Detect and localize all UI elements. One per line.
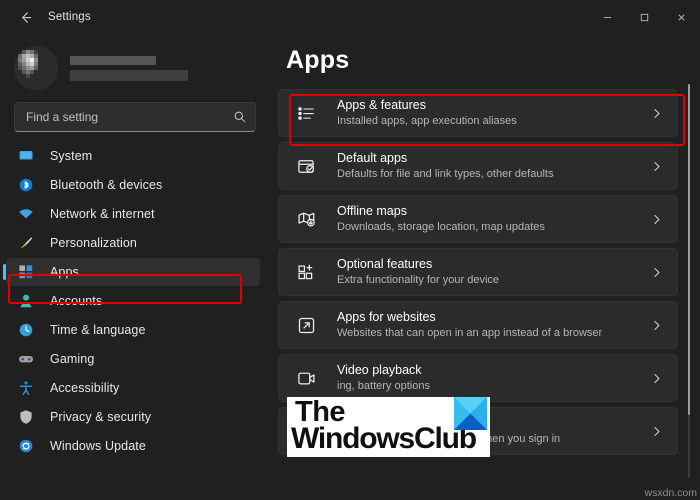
accessibility-icon xyxy=(17,379,35,397)
watermark-overlay: The WindowsClub xyxy=(287,397,490,457)
shield-icon xyxy=(17,408,35,426)
sidebar-item-system[interactable]: System xyxy=(6,142,260,170)
sidebar-nav: System Bluetooth & devices Network & int… xyxy=(0,142,268,460)
monitor-icon xyxy=(17,147,35,165)
sidebar-item-label: Accounts xyxy=(50,294,102,308)
sidebar-item-label: System xyxy=(50,149,92,163)
card-apps-and-features[interactable]: Apps & features Installed apps, app exec… xyxy=(278,89,678,137)
bluetooth-icon xyxy=(17,176,35,194)
sidebar-item-accessibility[interactable]: Accessibility xyxy=(6,374,260,402)
sidebar: System Bluetooth & devices Network & int… xyxy=(0,34,268,500)
list-bullets-icon xyxy=(295,102,317,124)
account-header[interactable] xyxy=(0,38,268,94)
page-title: Apps xyxy=(286,46,700,75)
chevron-right-icon xyxy=(650,266,663,279)
card-subtitle: ing, battery options xyxy=(337,379,430,393)
scrollbar-thumb[interactable] xyxy=(688,84,690,415)
gamepad-icon xyxy=(17,350,35,368)
settings-window: Settings xyxy=(0,0,700,500)
sidebar-item-windows-update[interactable]: Windows Update xyxy=(6,432,260,460)
sidebar-item-apps[interactable]: Apps xyxy=(6,258,260,286)
chevron-right-icon xyxy=(650,160,663,173)
card-text: Apps for websites Websites that can open… xyxy=(337,310,602,340)
card-text: Apps & features Installed apps, app exec… xyxy=(337,98,517,128)
map-download-icon xyxy=(295,208,317,230)
account-email-redacted xyxy=(70,70,188,81)
back-arrow-icon xyxy=(18,10,33,25)
apps-grid-icon xyxy=(17,263,35,281)
card-text: Default apps Defaults for file and link … xyxy=(337,151,553,181)
back-button[interactable] xyxy=(10,2,40,32)
card-video-playback[interactable]: Video playback ing, battery options xyxy=(278,354,678,402)
minimize-button[interactable] xyxy=(589,0,626,34)
sidebar-item-network-internet[interactable]: Network & internet xyxy=(6,200,260,228)
card-subtitle: Downloads, storage location, map updates xyxy=(337,220,545,234)
sidebar-item-gaming[interactable]: Gaming xyxy=(6,345,260,373)
card-title: Apps & features xyxy=(337,98,517,113)
card-text: Offline maps Downloads, storage location… xyxy=(337,204,545,234)
card-title: Video playback xyxy=(337,363,430,378)
sidebar-item-label: Apps xyxy=(50,265,79,279)
chevron-right-icon xyxy=(650,425,663,438)
chevron-right-icon xyxy=(650,372,663,385)
search-box[interactable] xyxy=(14,102,256,132)
clock-icon xyxy=(17,321,35,339)
card-title: Apps for websites xyxy=(337,310,602,325)
card-subtitle: Extra functionality for your device xyxy=(337,273,499,287)
wifi-icon xyxy=(17,205,35,223)
sidebar-item-label: Network & internet xyxy=(50,207,155,221)
vertical-scrollbar[interactable] xyxy=(688,84,690,478)
search-input[interactable] xyxy=(26,110,233,124)
card-optional-features[interactable]: Optional features Extra functionality fo… xyxy=(278,248,678,296)
card-subtitle: Installed apps, app execution aliases xyxy=(337,114,517,128)
sidebar-item-label: Windows Update xyxy=(50,439,146,453)
update-sync-icon xyxy=(17,437,35,455)
sidebar-item-accounts[interactable]: Accounts xyxy=(6,287,260,315)
card-title: Optional features xyxy=(337,257,499,272)
windowsclub-logo-icon xyxy=(454,397,487,430)
sidebar-item-bluetooth-devices[interactable]: Bluetooth & devices xyxy=(6,171,260,199)
card-text: Optional features Extra functionality fo… xyxy=(337,257,499,287)
sidebar-item-label: Accessibility xyxy=(50,381,119,395)
sidebar-item-privacy-security[interactable]: Privacy & security xyxy=(6,403,260,431)
sidebar-item-label: Gaming xyxy=(50,352,94,366)
card-apps-for-websites[interactable]: Apps for websites Websites that can open… xyxy=(278,301,678,349)
card-default-apps[interactable]: Default apps Defaults for file and link … xyxy=(278,142,678,190)
watermark-line-2: WindowsClub xyxy=(291,422,476,456)
card-subtitle: Defaults for file and link types, other … xyxy=(337,167,553,181)
card-title: Default apps xyxy=(337,151,553,166)
chevron-right-icon xyxy=(650,213,663,226)
title-bar: Settings xyxy=(0,0,700,34)
chevron-right-icon xyxy=(650,319,663,332)
sidebar-item-label: Privacy & security xyxy=(50,410,151,424)
default-app-check-icon xyxy=(295,155,317,177)
chevron-right-icon xyxy=(650,107,663,120)
account-name-redacted xyxy=(70,56,156,65)
sidebar-item-time-language[interactable]: Time & language xyxy=(6,316,260,344)
window-controls xyxy=(589,0,700,34)
maximize-button[interactable] xyxy=(626,0,663,34)
sidebar-item-label: Personalization xyxy=(50,236,137,250)
card-text: Video playback ing, battery options xyxy=(337,363,430,393)
search-icon xyxy=(233,110,247,124)
person-icon xyxy=(17,292,35,310)
sidebar-item-personalization[interactable]: Personalization xyxy=(6,229,260,257)
external-link-icon xyxy=(295,314,317,336)
site-credit: wsxdn.com xyxy=(644,487,697,499)
card-title: Offline maps xyxy=(337,204,545,219)
window-title: Settings xyxy=(48,11,91,23)
avatar[interactable] xyxy=(14,46,58,90)
sidebar-item-label: Bluetooth & devices xyxy=(50,178,162,192)
card-subtitle: Websites that can open in an app instead… xyxy=(337,326,602,340)
close-button[interactable] xyxy=(663,0,700,34)
grid-plus-icon xyxy=(295,261,317,283)
video-play-icon xyxy=(295,367,317,389)
account-text xyxy=(70,56,188,81)
card-offline-maps[interactable]: Offline maps Downloads, storage location… xyxy=(278,195,678,243)
sidebar-item-label: Time & language xyxy=(50,323,146,337)
paintbrush-icon xyxy=(17,234,35,252)
